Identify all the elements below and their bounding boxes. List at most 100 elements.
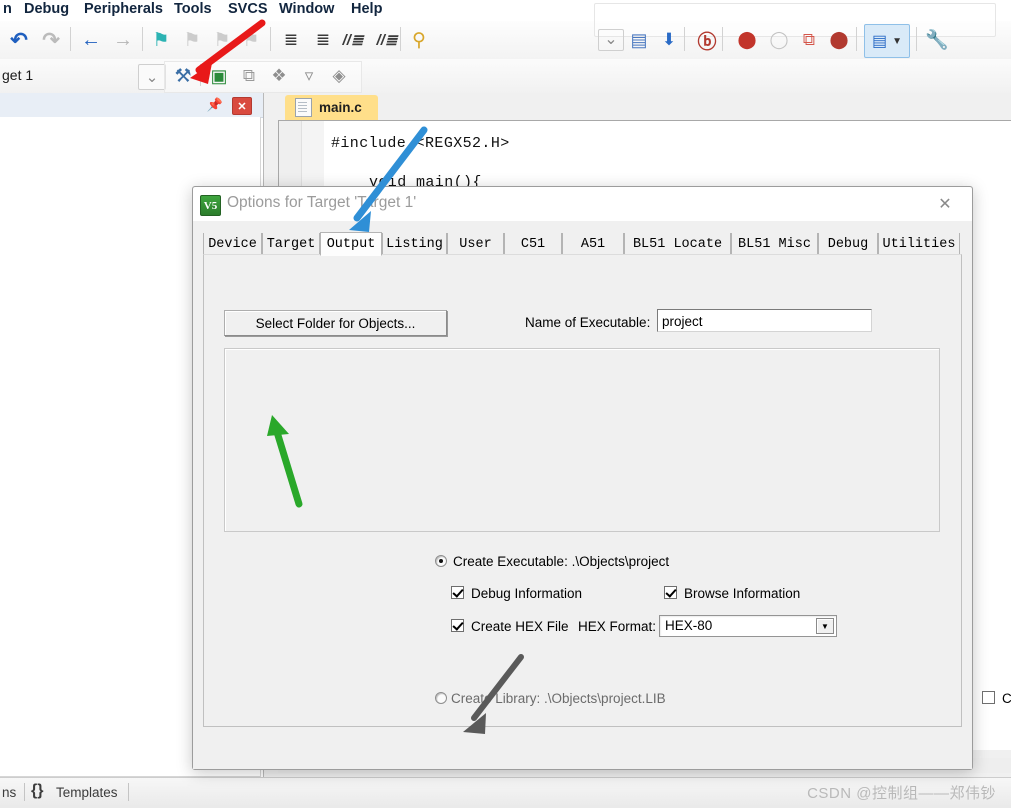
output-options-groupbox (224, 348, 940, 532)
tab-target[interactable]: Target (262, 233, 320, 255)
toolbar-separator (684, 27, 685, 51)
chevron-down-icon[interactable]: ▼ (816, 618, 834, 634)
bookmark-toggle-icon[interactable]: ⚑ (146, 21, 176, 59)
comment-icon[interactable]: //≣ (338, 21, 368, 59)
tab-output[interactable]: Output (320, 232, 382, 256)
undo-icon[interactable]: ↶ (4, 21, 34, 59)
build-target-icon[interactable]: ❖ (264, 59, 294, 93)
editor-tab-label: main.c (319, 100, 362, 115)
toolbar-separator (200, 64, 201, 86)
tab-listing[interactable]: Listing (382, 233, 447, 255)
create-hex-file-label[interactable]: Create HEX File (471, 619, 569, 634)
menu-item-tools[interactable]: Tools (174, 1, 212, 17)
manage-windows-button[interactable]: ▤ ▼ (864, 24, 910, 58)
toolbar-separator (400, 27, 401, 51)
tab-bl51-locate[interactable]: BL51 Locate (624, 233, 731, 255)
toolbar-separator (70, 27, 71, 51)
menu-item-window[interactable]: Window (279, 1, 334, 17)
bookmark-next-icon[interactable]: ⚑ (207, 21, 237, 59)
editor-tab-main-c[interactable]: main.c (285, 95, 378, 120)
indent-left-icon[interactable]: ≣ (308, 21, 338, 59)
options-for-target-dialog: V5 Options for Target 'Target 1' ✕ Devic… (192, 186, 1011, 770)
status-separator (24, 783, 25, 801)
editor-tabstrip: main.c (264, 93, 1011, 120)
menu-item-n[interactable]: n (3, 1, 12, 17)
menu-item-svcs[interactable]: SVCS (228, 1, 268, 17)
tab-debug[interactable]: Debug (818, 233, 878, 255)
dropdown-chevron-icon[interactable]: ⌄ (596, 21, 626, 59)
toolbar-separator (722, 27, 723, 51)
tab-a51[interactable]: A51 (562, 233, 624, 255)
target-selector-label[interactable]: get 1 (2, 67, 33, 83)
menu-item-debug[interactable]: Debug (24, 1, 69, 17)
bookmark-clear-icon[interactable]: ⚑ (236, 21, 266, 59)
file-icon (295, 98, 312, 117)
start-debug-icon[interactable]: ⓑ (692, 21, 722, 59)
status-left-text: ns (2, 785, 17, 800)
kill-all-breakpoints-icon[interactable]: ⬤ (824, 21, 854, 59)
hex-format-label: HEX Format: (578, 619, 657, 634)
download-to-flash-icon[interactable]: ⬇ (654, 21, 684, 59)
create-hex-file-checkbox[interactable] (451, 619, 464, 632)
create-library-label[interactable]: Create Library: .\Objects\project.LIB (451, 691, 666, 706)
manage-project-items-icon[interactable]: ▣ (204, 59, 234, 93)
hex-format-value: HEX-80 (665, 618, 713, 633)
create-executable-radio[interactable] (435, 555, 447, 567)
browse-information-label[interactable]: Browse Information (684, 586, 800, 601)
create-batch-file-label[interactable]: Create Batch File (1002, 691, 1011, 706)
project-panel-header: 📌 ✕ (0, 93, 263, 118)
dialog-titlebar[interactable]: V5 Options for Target 'Target 1' ✕ (193, 187, 972, 221)
name-of-executable-input[interactable] (657, 309, 872, 332)
indent-right-icon[interactable]: ≣ (276, 21, 306, 59)
toolbar-separator (916, 27, 917, 51)
dialog-tabs: Device Target Output Listing User C51 A5… (203, 232, 962, 256)
translate-current-file-icon[interactable]: ◈ (324, 59, 354, 93)
close-icon[interactable]: ✕ (232, 97, 252, 115)
translate-file-icon[interactable]: ▤ (624, 21, 654, 59)
menu-item-help[interactable]: Help (351, 1, 382, 17)
toolbar-separator (142, 27, 143, 51)
uncomment-icon[interactable]: //≣ (372, 21, 402, 59)
create-library-radio[interactable] (435, 692, 447, 704)
bookmark-prev-icon[interactable]: ⚑ (177, 21, 207, 59)
app-window: n Debug Peripherals Tools SVCS Window He… (0, 0, 1011, 808)
batch-build-icon[interactable]: ⧉ (234, 59, 264, 93)
disable-all-breakpoints-icon[interactable]: ⧉ (794, 21, 824, 59)
browse-information-checkbox[interactable] (664, 586, 677, 599)
create-batch-file-checkbox[interactable] (982, 691, 995, 704)
select-folder-for-objects-button[interactable]: Select Folder for Objects... (224, 310, 447, 336)
debug-information-checkbox[interactable] (451, 586, 464, 599)
configure-icon[interactable]: 🔧 (922, 21, 952, 59)
dialog-body: Device Target Output Listing User C51 A5… (193, 221, 1011, 769)
status-separator (128, 783, 129, 801)
create-executable-label[interactable]: Create Executable: .\Objects\project (453, 554, 669, 569)
pin-icon[interactable]: 📌 (207, 97, 223, 113)
tab-device[interactable]: Device (203, 233, 262, 255)
back-icon[interactable]: ← (76, 21, 106, 59)
menu-item-peripherals[interactable]: Peripherals (84, 1, 163, 17)
templates-label[interactable]: Templates (56, 785, 118, 800)
rebuild-all-icon[interactable]: ▿ (294, 59, 324, 93)
dialog-title: Options for Target 'Target 1' (227, 194, 417, 211)
tab-c51[interactable]: C51 (504, 233, 562, 255)
options-for-target-icon[interactable]: ⚒ (168, 59, 198, 93)
toolbar-separator (856, 27, 857, 51)
templates-icon: {} (31, 782, 44, 799)
name-of-executable-label: Name of Executable: (525, 315, 651, 330)
tab-utilities[interactable]: Utilities (878, 233, 960, 255)
target-selector-dropdown-icon[interactable]: ⌄ (138, 64, 166, 90)
watermark: CSDN @控制组——郑伟钞 (807, 785, 996, 802)
find-in-files-icon[interactable]: ⚲ (404, 21, 434, 59)
tab-user[interactable]: User (447, 233, 504, 255)
forward-icon[interactable]: → (108, 21, 138, 59)
dialog-close-icon[interactable]: ✕ (928, 193, 962, 215)
insert-breakpoint-icon[interactable]: ⬤ (732, 21, 762, 59)
debug-information-label[interactable]: Debug Information (471, 586, 582, 601)
redo-icon[interactable]: ↷ (36, 21, 66, 59)
code-line-1: #include <REGX52.H> (331, 135, 510, 152)
keil-logo-icon: V5 (200, 195, 221, 216)
chevron-down-glyph: ▼ (821, 621, 829, 631)
tab-bl51-misc[interactable]: BL51 Misc (731, 233, 818, 255)
disable-breakpoint-icon[interactable]: ◯ (764, 21, 794, 59)
hex-format-combobox[interactable]: HEX-80 ▼ (659, 615, 837, 637)
